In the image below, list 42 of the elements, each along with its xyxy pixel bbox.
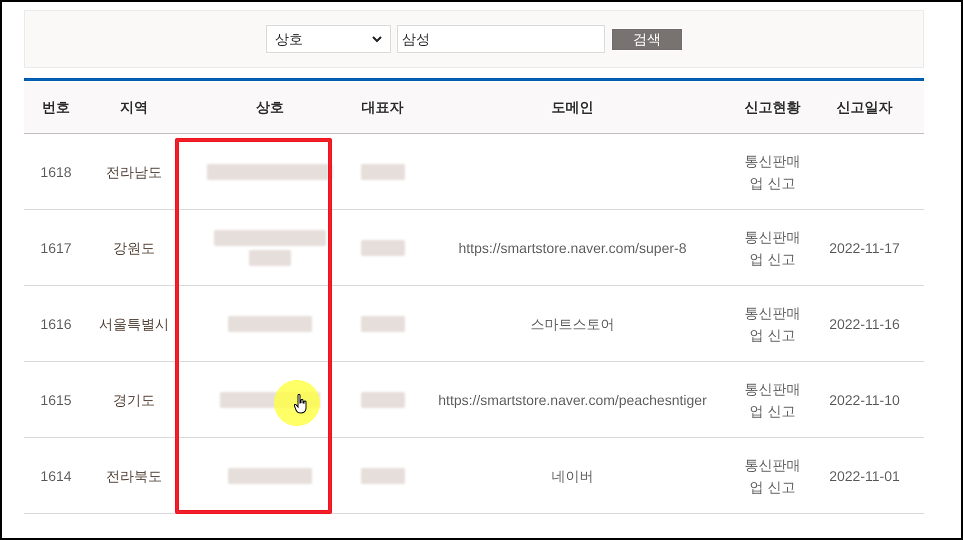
table-cell-text: 통신판매업 신고 [744, 228, 802, 268]
table-cell-text: 통신판매업 신고 [744, 380, 802, 420]
table-cell-text: 서울특별시 [99, 314, 169, 334]
column-header: 상호 [256, 98, 284, 116]
redacted-text [360, 164, 404, 180]
column-header: 신고현황 [744, 98, 800, 116]
search-button[interactable]: 검색 [612, 28, 682, 50]
redacted-text [360, 392, 404, 408]
redacted-text [360, 468, 404, 484]
chevron-down-icon [372, 36, 382, 42]
cursor-highlight [274, 380, 320, 426]
table-cell-text: 통신판매업 신고 [744, 304, 802, 344]
table-cell-text: 1614 [40, 466, 72, 486]
table-cell-text: 전라남도 [106, 162, 162, 182]
redacted-text [360, 316, 404, 332]
column-header: 도메인 [552, 98, 594, 116]
table-cell-text: 1617 [40, 238, 72, 258]
table-cell-text: 전라북도 [106, 466, 162, 486]
table-cell-text: 1615 [40, 390, 72, 410]
column-header: 지역 [120, 98, 148, 116]
hand-cursor-icon [294, 394, 308, 414]
table-cell-text: 1616 [40, 314, 72, 334]
search-type-select[interactable]: 상호 [266, 25, 391, 53]
table-cell-text: 네이버 [552, 466, 594, 486]
search-field[interactable]: 삼성 [397, 25, 605, 53]
table-cell-text: 2022-11-16 [829, 314, 900, 334]
table-cell-text: https://smartstore.naver.com/peachesntiger [438, 390, 707, 410]
redacted-text [360, 240, 404, 256]
table-cell-text: 1618 [40, 162, 72, 182]
table-cell-text: 강원도 [113, 238, 155, 258]
table-cell-text: 2022-11-17 [829, 238, 900, 258]
table-cell-text: 2022-11-10 [829, 390, 900, 410]
column-header: 번호 [42, 98, 70, 116]
column-header: 대표자 [362, 98, 404, 116]
table-cell-text: 스마트스토어 [530, 314, 614, 334]
table-cell-text: 경기도 [113, 390, 155, 410]
redacted-text [249, 250, 291, 266]
column-header: 신고일자 [836, 98, 892, 116]
table-cell-text: 2022-11-01 [829, 466, 900, 486]
table-cell-text: 통신판매업 신고 [744, 152, 802, 192]
table-cell-text: https://smartstore.naver.com/super-8 [458, 238, 686, 258]
table-cell-text: 통신판매업 신고 [744, 456, 802, 496]
